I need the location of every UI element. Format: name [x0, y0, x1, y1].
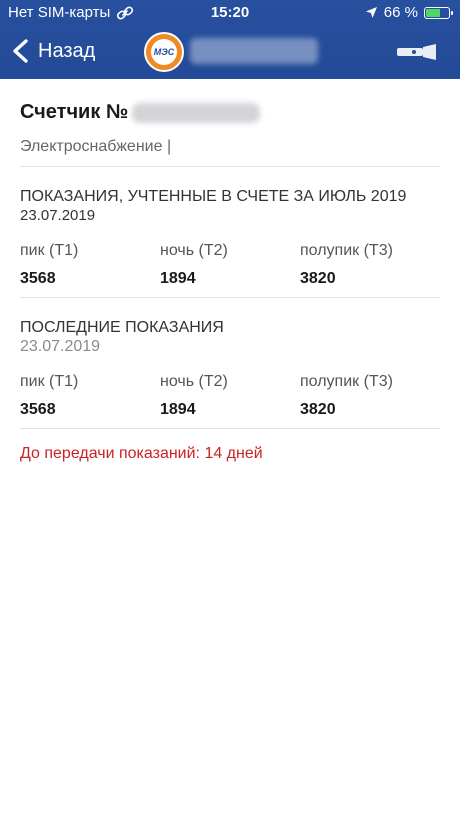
billed-readings-section: ПОКАЗАНИЯ, УЧТЕННЫЕ В СЧЕТЕ ЗА ИЮЛЬ 2019… — [20, 187, 440, 298]
billed-readings-date: 23.07.2019 — [20, 207, 96, 224]
reading-value: 1894 — [160, 270, 196, 287]
last-readings-row: пик (Т1) 3568 ночь (Т2) 1894 полупик (Т3… — [20, 372, 440, 429]
blurred-meter-number — [132, 102, 261, 123]
reading-t1: пик (Т1) 3568 — [20, 241, 160, 289]
content: Счетчик № Электроснабжение | ПОКАЗАНИЯ, … — [0, 101, 460, 463]
meter-title-row: Счетчик № — [20, 101, 440, 124]
reading-label: ночь (Т2) — [160, 242, 228, 259]
chevron-left-icon — [13, 39, 28, 63]
company-logo: МЭС — [144, 32, 184, 72]
battery-fill — [426, 8, 440, 17]
back-label: Назад — [38, 39, 96, 62]
meter-title: Счетчик № — [20, 101, 129, 123]
reading-value: 3568 — [20, 270, 56, 287]
reading-t2: ночь (Т2) 1894 — [160, 241, 300, 289]
reading-value: 3820 — [300, 401, 336, 418]
last-readings-title: ПОСЛЕДНИЕ ПОКАЗАНИЯ — [20, 319, 224, 336]
flashlight-icon[interactable] — [396, 42, 438, 62]
battery-icon — [424, 6, 453, 19]
reading-t1: пик (Т1) 3568 — [20, 372, 160, 420]
last-readings-section: ПОСЛЕДНИЕ ПОКАЗАНИЯ 23.07.2019 пик (Т1) … — [20, 318, 440, 429]
reading-t2: ночь (Т2) 1894 — [160, 372, 300, 420]
reading-label: пик (Т1) — [20, 373, 79, 390]
submission-deadline: До передачи показаний: 14 дней — [20, 445, 263, 462]
reading-t3: полупик (Т3) 3820 — [300, 241, 440, 289]
nav-bar: Назад МЭС — [0, 26, 460, 79]
location-arrow-icon — [365, 7, 377, 18]
blurred-account-number — [190, 38, 318, 64]
reading-t3: полупик (Т3) 3820 — [300, 372, 440, 420]
header: Нет SIM-карты 15:20 66 % Назад МЭС — [0, 0, 460, 79]
last-readings-date: 23.07.2019 — [20, 338, 101, 355]
battery-percent: 66 % — [383, 4, 418, 21]
service-type: Электроснабжение | — [20, 138, 440, 167]
reading-label: полупик (Т3) — [300, 242, 393, 259]
reading-label: полупик (Т3) — [300, 373, 393, 390]
reading-value: 3820 — [300, 270, 336, 287]
back-button[interactable]: Назад — [10, 38, 95, 64]
billed-readings-title: ПОКАЗАНИЯ, УЧТЕННЫЕ В СЧЕТЕ ЗА ИЮЛЬ 2019 — [20, 188, 407, 205]
reading-label: ночь (Т2) — [160, 373, 228, 390]
status-right: 66 % — [365, 4, 453, 21]
status-bar: Нет SIM-карты 15:20 66 % — [0, 0, 460, 26]
reading-value: 1894 — [160, 401, 196, 418]
logo-text: МЭС — [151, 39, 177, 65]
reading-value: 3568 — [20, 401, 56, 418]
billed-readings-row: пик (Т1) 3568 ночь (Т2) 1894 полупик (Т3… — [20, 241, 440, 298]
reading-label: пик (Т1) — [20, 242, 79, 259]
